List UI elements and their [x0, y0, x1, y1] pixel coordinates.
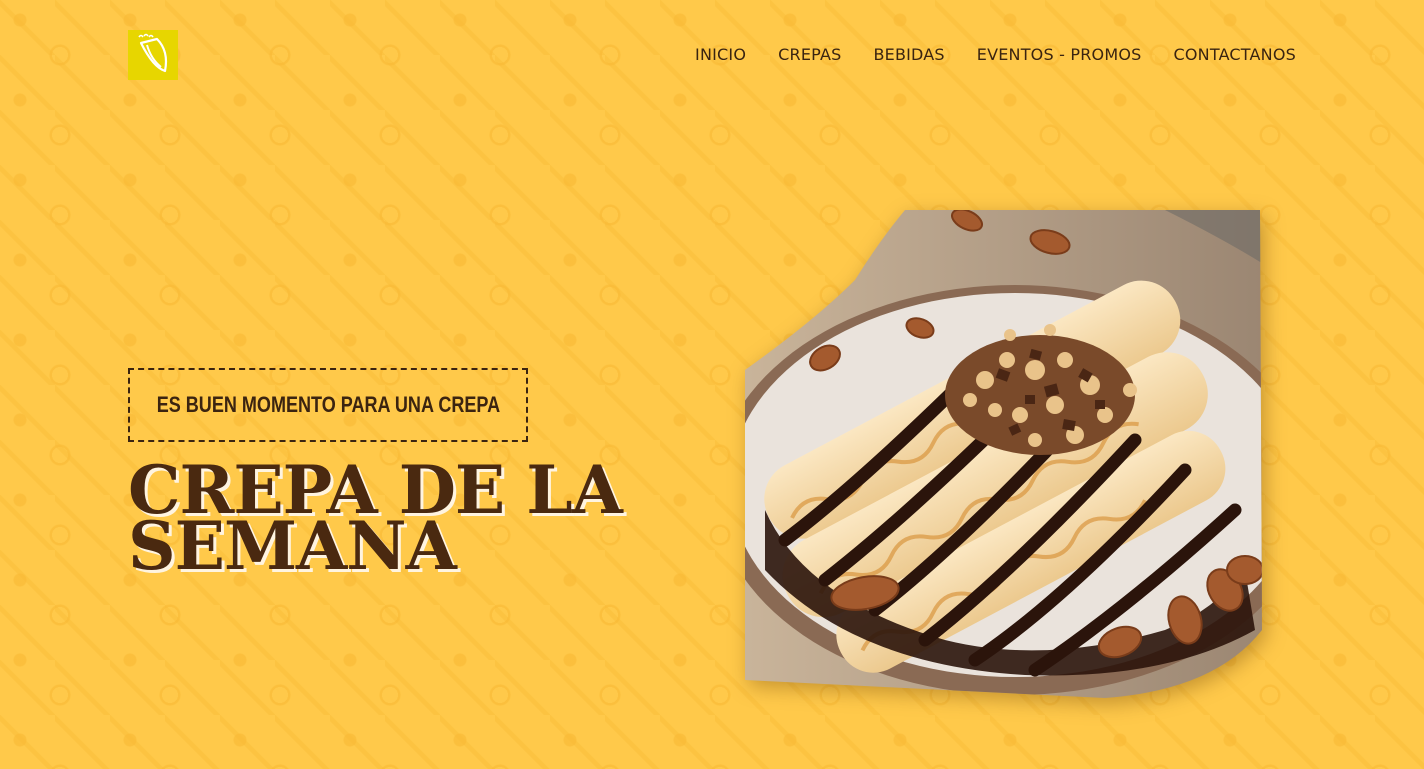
main-nav: INICIO CREPAS BEBIDAS EVENTOS - PROMOS C… — [695, 44, 1296, 66]
tagline-box: ES BUEN MOMENTO PARA UNA CREPA — [128, 368, 528, 442]
nav-item-inicio[interactable]: INICIO — [695, 45, 746, 64]
nav-item-eventos-promos[interactable]: EVENTOS - PROMOS — [977, 45, 1142, 64]
nav-item-crepas[interactable]: CREPAS — [778, 45, 841, 64]
crepe-photo — [745, 210, 1265, 700]
tagline-text: ES BUEN MOMENTO PARA UNA CREPA — [156, 392, 500, 417]
nav-item-contactanos[interactable]: CONTACTANOS — [1174, 45, 1297, 64]
nav-item-bebidas[interactable]: BEBIDAS — [873, 45, 944, 64]
brand-logo[interactable] — [128, 30, 178, 80]
crepe-logo-icon — [138, 33, 168, 73]
hero-headline: CREPA DE LA SEMANA — [128, 457, 623, 579]
crepe-chocolate-almond-photo — [745, 210, 1262, 698]
